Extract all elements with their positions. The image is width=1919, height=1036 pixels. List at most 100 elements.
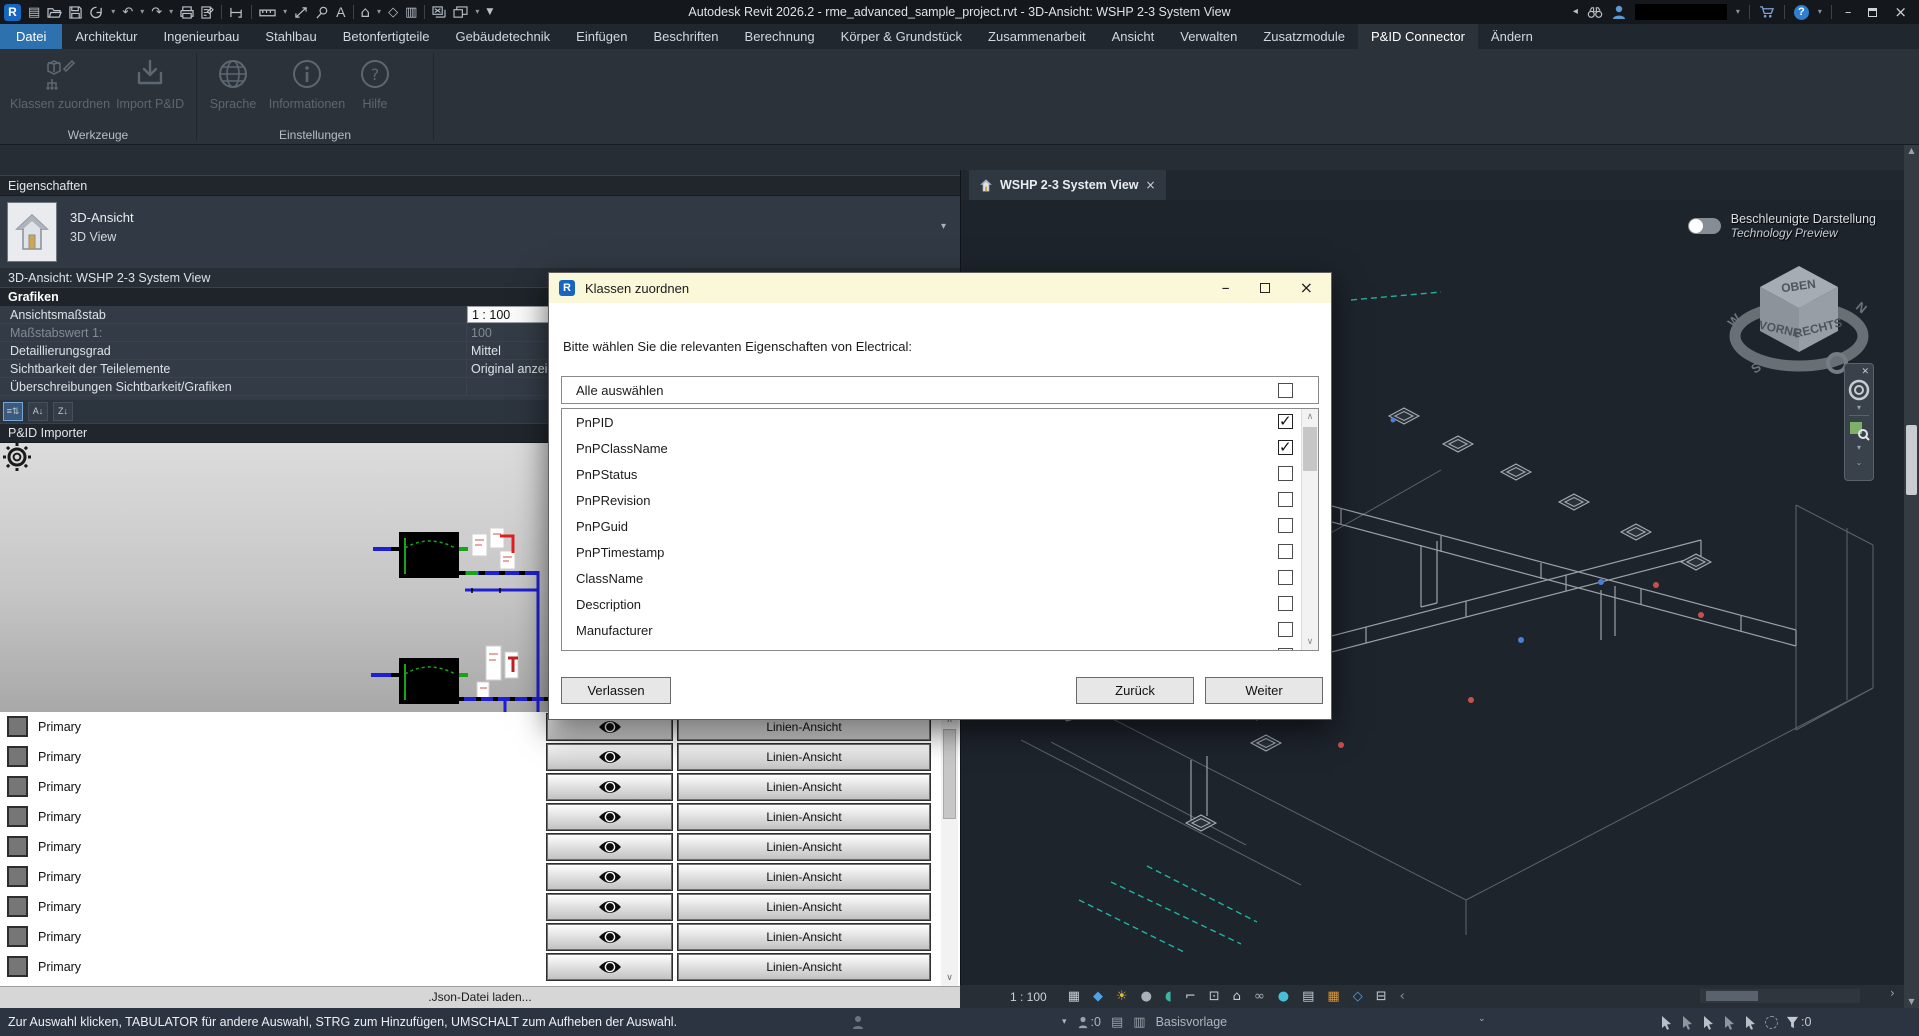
view-control-icon[interactable]: ⌐ <box>1185 989 1196 1004</box>
close-inactive-windows-icon[interactable] <box>432 6 446 18</box>
scrollbar-thumb[interactable] <box>1303 427 1317 471</box>
redo-icon[interactable]: ↷ <box>151 6 162 19</box>
property-checkbox[interactable] <box>1278 440 1293 455</box>
visibility-eye-button[interactable] <box>547 834 672 860</box>
color-swatch[interactable] <box>7 806 28 827</box>
map-classes-button[interactable]: Klassen zuordnen <box>10 57 110 111</box>
mapping-table-row[interactable]: Primary Linien-Ansicht <box>0 892 960 922</box>
visibility-eye-button[interactable] <box>547 894 672 920</box>
help-ribbon-button[interactable]: ? Hilfe <box>355 57 395 111</box>
view-control-icon[interactable]: ● <box>1278 989 1289 1004</box>
select-all-checkbox[interactable] <box>1278 383 1293 398</box>
tag-icon[interactable] <box>315 6 329 19</box>
aligned-dimension-icon[interactable] <box>294 6 308 19</box>
property-checkbox[interactable] <box>1278 518 1293 533</box>
scroll-right-icon[interactable]: › <box>1890 987 1895 999</box>
property-checklist-item[interactable]: Description <box>562 591 1318 617</box>
undo-icon[interactable]: ↶ <box>122 6 133 19</box>
restore-button[interactable] <box>1864 5 1881 20</box>
drag-on-selection-icon[interactable] <box>1744 1015 1757 1030</box>
view-control-icon[interactable]: ⊡ <box>1209 989 1220 1004</box>
view-control-icon[interactable]: ● <box>1141 989 1152 1004</box>
pid-settings-gear-icon[interactable] <box>3 443 31 471</box>
color-swatch[interactable] <box>7 776 28 797</box>
mapping-table-row[interactable]: Primary Linien-Ansicht <box>0 862 960 892</box>
ribbon-tab[interactable]: Verwalten <box>1167 24 1250 49</box>
property-checkbox[interactable] <box>1278 466 1293 481</box>
view-control-icon[interactable]: ◆ <box>1093 989 1103 1004</box>
background-processes-icon[interactable] <box>1765 1016 1778 1029</box>
property-checklist-item[interactable]: PnPTimestamp <box>562 539 1318 565</box>
view-control-icon[interactable]: ◇ <box>1353 989 1363 1004</box>
select-pinned-icon[interactable] <box>1702 1015 1715 1030</box>
mapping-table-row[interactable]: Primary Linien-Ansicht <box>0 952 960 982</box>
thin-lines-icon[interactable]: ▥ <box>405 6 417 19</box>
leave-button[interactable]: Verlassen <box>561 677 671 704</box>
mapping-table-row[interactable]: Primary Linien-Ansicht <box>0 802 960 832</box>
section-marker-icon[interactable]: ◇ <box>388 6 398 19</box>
view-style-button[interactable]: Linien-Ansicht <box>678 834 930 860</box>
dialog-close-icon[interactable]: × <box>1300 280 1313 296</box>
status-dropdown-icon[interactable]: ▾ <box>1062 1018 1067 1027</box>
visibility-eye-button[interactable] <box>547 864 672 890</box>
view-scale-button[interactable]: 1 : 100 <box>1010 990 1047 1004</box>
navbar-expand-icon[interactable]: ⌄ <box>1845 458 1873 467</box>
measure-icon[interactable] <box>259 6 276 18</box>
steering-wheel-icon[interactable] <box>1845 377 1873 403</box>
accelerated-graphics-toggle[interactable] <box>1688 218 1721 234</box>
property-checklist-item[interactable]: ModelNumber <box>562 643 1318 651</box>
active-workset-dropdown[interactable]: Basisvorlage ⌄ <box>1156 1015 1486 1029</box>
close-button[interactable]: × <box>1890 5 1911 20</box>
mapping-table-row[interactable]: Primary Linien-Ansicht <box>0 922 960 952</box>
ribbon-tab[interactable]: Betonfertigteile <box>330 24 443 49</box>
view-control-icon[interactable]: ☀ <box>1116 989 1128 1004</box>
view-control-icon[interactable]: ◖ <box>1165 989 1172 1004</box>
open-icon[interactable] <box>47 6 62 19</box>
view-control-icon[interactable]: ⊟ <box>1376 989 1387 1004</box>
view-control-icon[interactable]: ‹ <box>1400 989 1405 1004</box>
scrollbar-thumb[interactable] <box>1906 425 1917 495</box>
customize-qat-icon[interactable]: ▼ <box>486 8 493 17</box>
text-icon[interactable]: A <box>336 4 345 20</box>
help-dropdown-icon[interactable]: ▾ <box>1818 8 1822 16</box>
visibility-eye-button[interactable] <box>547 744 672 770</box>
property-checkbox[interactable] <box>1278 492 1293 507</box>
scroll-up-icon[interactable]: ∧ <box>1302 409 1318 425</box>
sort-ascending-button[interactable]: A↓ <box>28 402 48 421</box>
property-checkbox[interactable] <box>1278 414 1293 429</box>
color-swatch[interactable] <box>7 746 28 767</box>
collapse-search-icon[interactable]: ◂ <box>1573 7 1578 17</box>
dialog-minimize-icon[interactable]: – <box>1222 280 1230 296</box>
mapping-table-row[interactable]: Primary Linien-Ansicht <box>0 742 960 772</box>
view-control-icon[interactable]: ▦ <box>1327 989 1339 1004</box>
visibility-eye-button[interactable] <box>547 954 672 980</box>
account-dropdown-icon[interactable]: ▾ <box>1736 8 1740 16</box>
ribbon-tab[interactable]: Beschriften <box>640 24 731 49</box>
switch-windows-dropdown-icon[interactable]: ▾ <box>475 8 479 16</box>
type-selector-dropdown-icon[interactable]: ▾ <box>941 222 946 232</box>
close-view-icon[interactable]: × <box>1146 179 1156 191</box>
properties-header[interactable]: Eigenschaften <box>0 175 960 196</box>
account-name-redacted[interactable] <box>1635 4 1727 20</box>
undo-dropdown-icon[interactable]: ▾ <box>140 8 144 16</box>
help-icon[interactable]: ? <box>1794 5 1809 20</box>
language-button[interactable]: Sprache <box>207 57 259 111</box>
view-style-button[interactable]: Linien-Ansicht <box>678 774 930 800</box>
select-underlay-icon[interactable] <box>1681 1015 1694 1030</box>
property-checkbox[interactable] <box>1278 570 1293 585</box>
color-swatch[interactable] <box>7 836 28 857</box>
property-checklist-item[interactable]: PnPClassName <box>562 435 1318 461</box>
back-button[interactable]: Zurück <box>1076 677 1194 704</box>
property-checklist-item[interactable]: PnPStatus <box>562 461 1318 487</box>
ribbon-tab[interactable]: Datei <box>0 24 62 49</box>
save-icon[interactable] <box>69 6 82 19</box>
sync-dropdown-icon[interactable]: ▾ <box>111 8 115 16</box>
default-view-home-icon[interactable]: ⌂ <box>361 5 371 20</box>
property-checklist-item[interactable]: Manufacturer <box>562 617 1318 643</box>
next-button[interactable]: Weiter <box>1205 677 1323 704</box>
worksets-dialog-icon[interactable]: ▤ <box>1111 1016 1123 1029</box>
zoom-icon[interactable] <box>1847 419 1871 441</box>
sort-default-button[interactable]: ≡⇅ <box>3 402 23 421</box>
ribbon-tab[interactable]: Architektur <box>62 24 150 49</box>
property-checklist-item[interactable]: ClassName <box>562 565 1318 591</box>
